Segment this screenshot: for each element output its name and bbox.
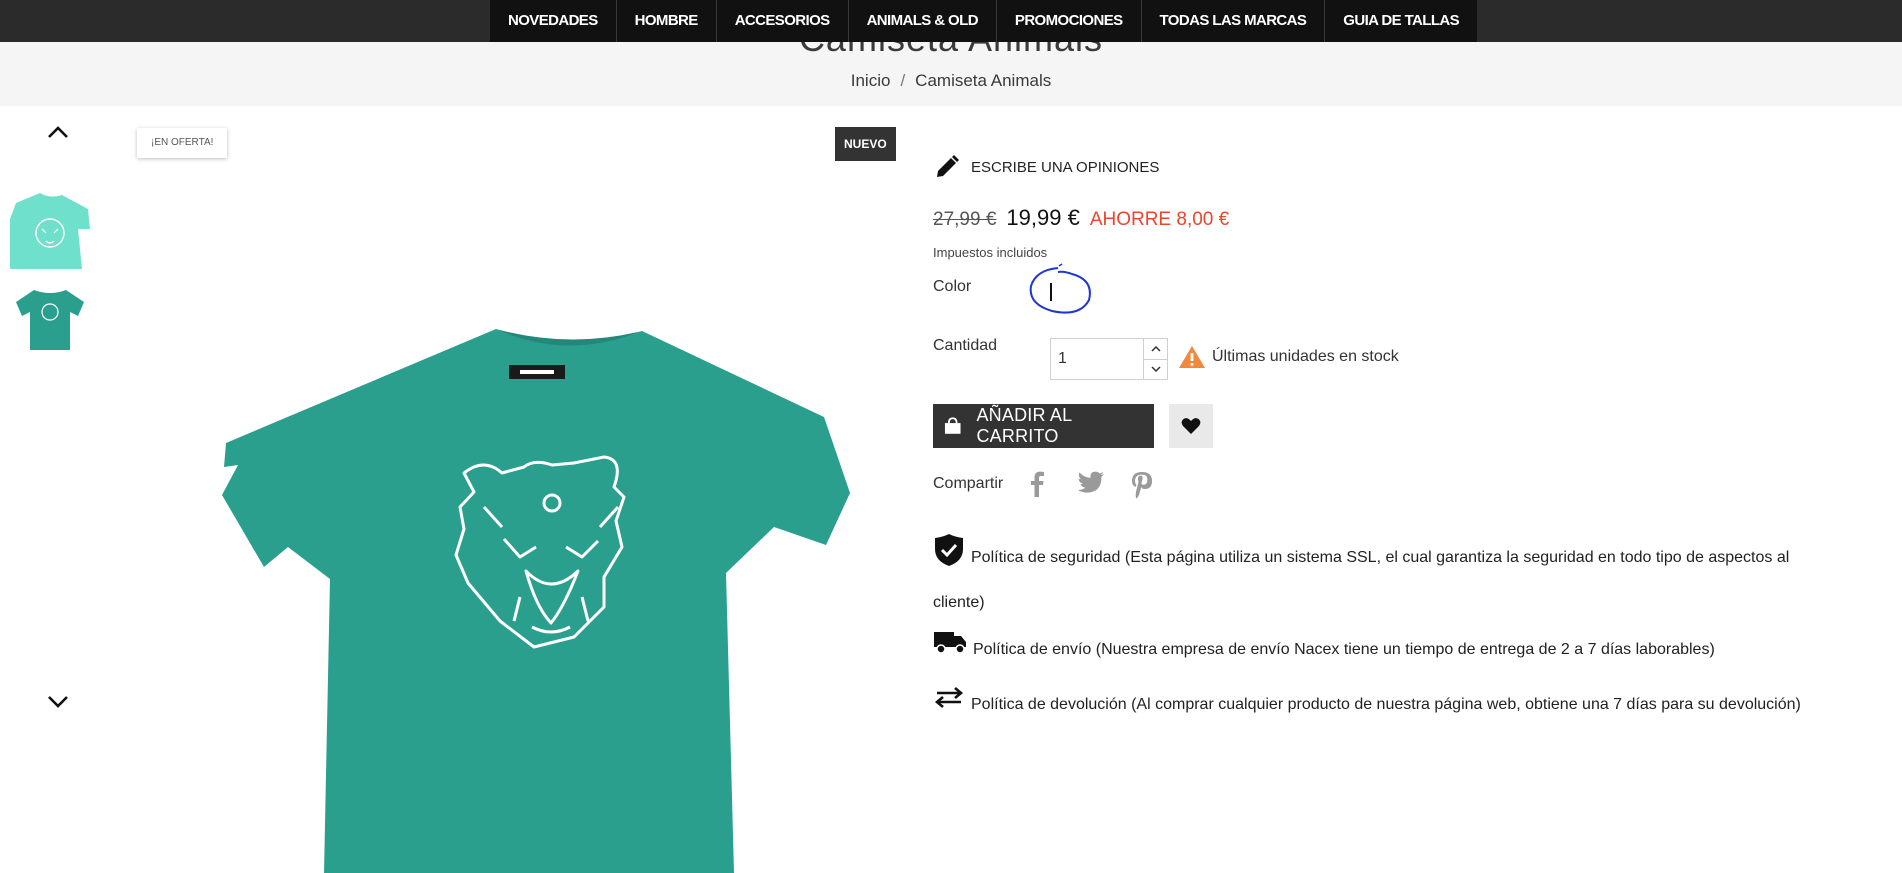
- write-review-label: ESCRIBE UNA OPINIONES: [971, 158, 1160, 176]
- thumbnail-2[interactable]: [10, 284, 90, 364]
- security-policy-text: Política de seguridad (Esta página utili…: [933, 549, 1790, 611]
- quantity-input[interactable]: [1050, 338, 1144, 380]
- new-badge: NUEVO: [835, 127, 896, 161]
- breadcrumb-current: Camiseta Animals: [915, 71, 1052, 90]
- menu-item-todas-las-marcas[interactable]: TODAS LAS MARCAS: [1140, 0, 1325, 42]
- add-to-cart-label: AÑADIR AL CARRITO: [976, 405, 1072, 446]
- thumbnail-shirt-shape: [10, 193, 90, 269]
- heart-icon: [1181, 418, 1201, 434]
- color-label: Color: [933, 278, 972, 295]
- page-title: Camiseta Animals: [0, 42, 1902, 60]
- quantity-buttons: [1144, 338, 1168, 380]
- menu-item-guia-de-tallas[interactable]: GUIA DE TALLAS: [1324, 0, 1478, 42]
- thumbnails-down-arrow[interactable]: [44, 690, 72, 714]
- write-review-link[interactable]: ESCRIBE UNA OPINIONES: [933, 153, 1159, 181]
- warning-icon: [1179, 346, 1205, 368]
- chevron-up-icon: [1150, 345, 1161, 352]
- quantity-increase-button[interactable]: [1144, 339, 1167, 359]
- thumbnail-1[interactable]: [10, 189, 90, 269]
- truck-icon: [933, 629, 967, 671]
- quantity-stepper: [1050, 338, 1168, 380]
- wishlist-button[interactable]: [1169, 404, 1213, 448]
- price-block: 27,99 € 19,99 € AHORRE 8,00 €: [933, 205, 1229, 231]
- pencil-icon: [937, 155, 959, 177]
- menu-item-hombre[interactable]: HOMBRE: [615, 0, 716, 42]
- menu-item-novedades[interactable]: NOVEDADES: [490, 0, 616, 42]
- sale-badge: ¡EN OFERTA!: [137, 128, 228, 158]
- current-price: 19,99 €: [1006, 205, 1080, 230]
- return-policy: Política de devolución (Al comprar cualq…: [933, 685, 1893, 725]
- quantity-decrease-button[interactable]: [1144, 358, 1167, 380]
- add-to-cart-button[interactable]: AÑADIR AL CARRITO: [933, 404, 1154, 448]
- shopping-bag-icon: [944, 417, 961, 434]
- share-label: Compartir: [933, 475, 1004, 492]
- shipping-policy-text: Política de envío (Nuestra empresa de en…: [973, 641, 1715, 659]
- chevron-up-icon: [48, 126, 68, 138]
- swap-arrows-icon: [933, 685, 965, 725]
- breadcrumb-home-link[interactable]: Inicio: [851, 71, 891, 90]
- top-navigation: NOVEDADES HOMBRE ACCESORIOS ANIMALS & OL…: [0, 0, 1902, 42]
- color-selector-annotation: [1028, 262, 1092, 323]
- menu-item-accesorios[interactable]: ACCESORIOS: [715, 0, 848, 42]
- quantity-label: Cantidad: [933, 337, 998, 354]
- stock-message: Últimas unidades en stock: [1212, 348, 1399, 365]
- tax-note: Impuestos incluidos: [933, 245, 1048, 260]
- twitter-icon[interactable]: [1077, 471, 1105, 500]
- pinterest-icon[interactable]: [1130, 471, 1154, 504]
- main-menu: NOVEDADES HOMBRE ACCESORIOS ANIMALS & OL…: [490, 0, 1478, 42]
- page-header: Camiseta Animals Inicio / Camiseta Animals: [0, 42, 1902, 106]
- breadcrumb-separator: /: [900, 71, 906, 90]
- shipping-policy: Política de envío (Nuestra empresa de en…: [933, 629, 1893, 671]
- chevron-down-icon: [1150, 366, 1161, 373]
- regular-price: 27,99 €: [933, 209, 997, 230]
- chevron-down-icon: [48, 696, 68, 708]
- menu-item-promociones[interactable]: PROMOCIONES: [995, 0, 1141, 42]
- return-policy-text: Política de devolución (Al comprar cualq…: [971, 696, 1801, 714]
- facebook-icon[interactable]: [1029, 471, 1045, 502]
- stock-status: Últimas unidades en stock: [1178, 345, 1399, 369]
- discount-label: AHORRE 8,00 €: [1089, 209, 1230, 230]
- thumbnails-up-arrow[interactable]: [44, 120, 72, 144]
- tshirt-illustration: [222, 329, 850, 873]
- menu-item-animals-old[interactable]: ANIMALS & OLD: [847, 0, 996, 42]
- shield-check-icon: [933, 533, 965, 583]
- security-policy: Política de seguridad (Esta página utili…: [933, 533, 1833, 623]
- breadcrumb: Inicio / Camiseta Animals: [0, 71, 1902, 91]
- main-product-image[interactable]: [134, 127, 894, 873]
